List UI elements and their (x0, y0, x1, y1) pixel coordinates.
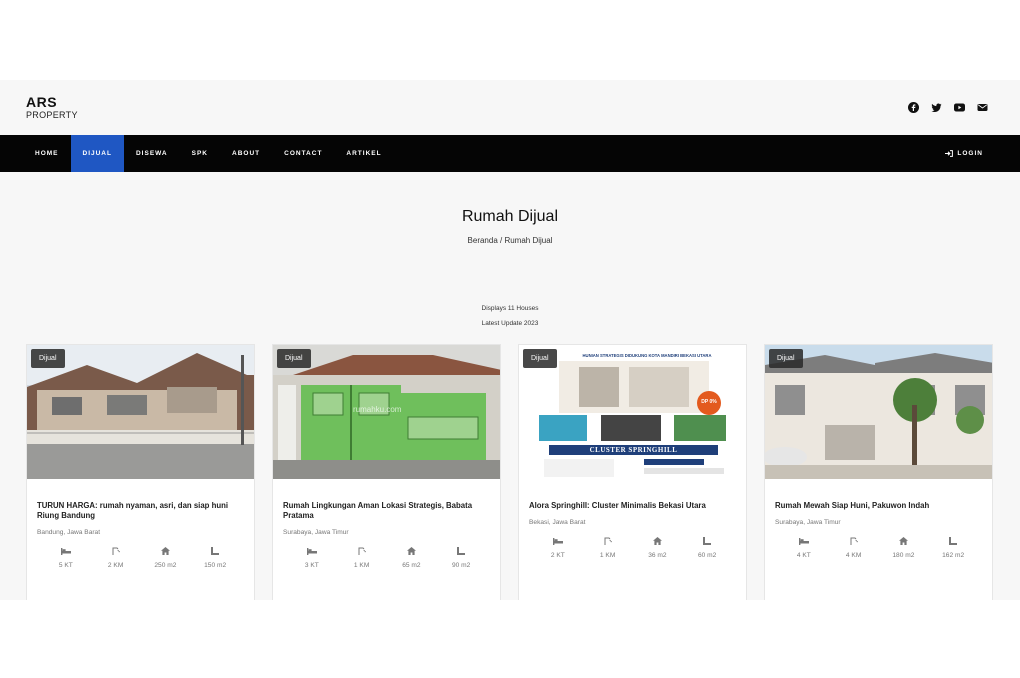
property-specs: 2 KT 1 KM 36 m2 60 m2 (519, 526, 746, 559)
building-area-icon (637, 536, 677, 546)
poster-promo: DP 0% (701, 399, 717, 405)
page-title: Rumah Dijual (461, 208, 559, 225)
spec-bathrooms: 4 KM (845, 552, 862, 559)
property-title[interactable]: Alora Springhill: Cluster Minimalis Beka… (519, 479, 746, 511)
property-photo[interactable]: Dijual rumahku.com (273, 345, 500, 479)
property-photo[interactable]: Dijual (27, 345, 254, 479)
spec-building-area: 180 m2 (892, 552, 915, 559)
spec-bathrooms: 2 KM (107, 562, 124, 569)
breadcrumb[interactable]: Beranda / Rumah Dijual (0, 236, 1020, 245)
building-area-icon (391, 546, 431, 556)
spec-building-area: 36 m2 (648, 552, 667, 559)
logo-line-1: ARS (26, 94, 58, 110)
nav-item-artikel[interactable]: ARTIKEL (334, 135, 393, 172)
property-card[interactable]: Dijual Rumah Mewah Siap Huni, Pakuwon In… (764, 344, 993, 600)
email-icon[interactable] (977, 102, 988, 113)
bed-icon (292, 546, 332, 556)
spec-bedrooms: 2 KT (550, 552, 565, 559)
bed-icon (46, 546, 86, 556)
property-title[interactable]: TURUN HARGA: rumah nyaman, asri, dan sia… (27, 479, 254, 521)
land-area-icon (687, 536, 727, 546)
nav-item-about[interactable]: ABOUT (220, 135, 272, 172)
listing-count: Displays 11 Houses (481, 305, 539, 312)
spec-bedrooms: 5 KT (58, 562, 73, 569)
listing-grid: Dijual TURUN HARGA: rumah nyaman, asri, … (0, 344, 1020, 600)
nav-item-contact[interactable]: CONTACT (272, 135, 334, 172)
property-location: Bandung, Jawa Barat (37, 529, 101, 536)
spec-land-area: 150 m2 (204, 562, 227, 569)
spec-land-area: 90 m2 (451, 562, 471, 569)
login-icon (945, 150, 954, 157)
poster-headline: HUNIAN STRATEGIS DIDUKUNG KOTA MANDIRI B… (582, 353, 712, 358)
property-specs: 3 KT 1 KM 65 m2 90 m2 (273, 536, 500, 569)
property-location: Surabaya, Jawa Timur (283, 529, 349, 536)
property-location: Bekasi, Jawa Barat (529, 519, 586, 526)
spec-building-area: 65 m2 (402, 562, 421, 569)
youtube-icon[interactable] (954, 102, 965, 113)
property-photo[interactable]: Dijual HUNIAN STRATEGIS DIDUKUNG KOTA MA… (519, 345, 746, 479)
spec-bedrooms: 3 KT (304, 562, 319, 569)
property-specs: 5 KT 2 KM 250 m2 150 m2 (27, 536, 254, 569)
bath-icon (342, 546, 382, 556)
twitter-icon[interactable] (931, 102, 942, 113)
property-specs: 4 KT 4 KM 180 m2 162 m2 (765, 526, 992, 559)
property-photo[interactable]: Dijual (765, 345, 992, 479)
spec-bathrooms: 1 KM (599, 552, 616, 559)
land-area-icon (933, 536, 973, 546)
status-badge: Dijual (769, 349, 803, 368)
bed-icon (538, 536, 578, 546)
listing-meta: Displays 11 Houses Latest Update 2023 (0, 301, 1020, 331)
site-frame: ARS PROPERTY HOME DIJUAL DISEWA SPK ABOU… (0, 80, 1020, 600)
property-card[interactable]: Dijual HUNIAN STRATEGIS DIDUKUNG KOTA MA… (518, 344, 747, 600)
nav-item-home[interactable]: HOME (0, 135, 71, 172)
bath-icon (834, 536, 874, 546)
nav-item-disewa[interactable]: DISEWA (124, 135, 180, 172)
property-title[interactable]: Rumah Mewah Siap Huni, Pakuwon Indah (765, 479, 992, 511)
property-card[interactable]: Dijual TURUN HARGA: rumah nyaman, asri, … (26, 344, 255, 600)
spec-land-area: 60 m2 (697, 552, 717, 559)
land-area-icon (195, 546, 235, 556)
land-area-icon (441, 546, 481, 556)
property-card[interactable]: Dijual rumahku.com Rumah Lingkungan Aman… (272, 344, 501, 600)
page-header: Rumah Dijual Beranda / Rumah Dijual (0, 172, 1020, 245)
nav-item-dijual[interactable]: DIJUAL (70, 135, 124, 172)
facebook-icon[interactable] (908, 102, 919, 113)
nav-item-spk[interactable]: SPK (180, 135, 220, 172)
watermark-text: rumahku.com (353, 405, 402, 414)
poster-title: CLUSTER SPRINGHILL (589, 446, 678, 454)
bath-icon (96, 546, 136, 556)
nav-menu: HOME DIJUAL DISEWA SPK ABOUT CONTACT ART… (0, 135, 394, 172)
login-button[interactable]: LOGIN (945, 135, 1020, 172)
building-area-icon (883, 536, 923, 546)
building-area-icon (145, 546, 185, 556)
site-logo[interactable]: ARS PROPERTY (26, 95, 78, 120)
login-label: LOGIN (957, 150, 983, 157)
status-badge: Dijual (277, 349, 311, 368)
status-badge: Dijual (523, 349, 557, 368)
property-location: Surabaya, Jawa Timur (775, 519, 841, 526)
listing-update: Latest Update 2023 (481, 320, 539, 327)
logo-line-2: PROPERTY (26, 110, 78, 120)
top-bar: ARS PROPERTY (0, 80, 1020, 135)
spec-bathrooms: 1 KM (353, 562, 370, 569)
main-navbar: HOME DIJUAL DISEWA SPK ABOUT CONTACT ART… (0, 135, 1020, 172)
property-title[interactable]: Rumah Lingkungan Aman Lokasi Strategis, … (273, 479, 500, 521)
spec-land-area: 162 m2 (942, 552, 965, 559)
bed-icon (784, 536, 824, 546)
social-links (908, 102, 988, 113)
spec-building-area: 250 m2 (154, 562, 177, 569)
bath-icon (588, 536, 628, 546)
spec-bedrooms: 4 KT (796, 552, 811, 559)
status-badge: Dijual (31, 349, 65, 368)
